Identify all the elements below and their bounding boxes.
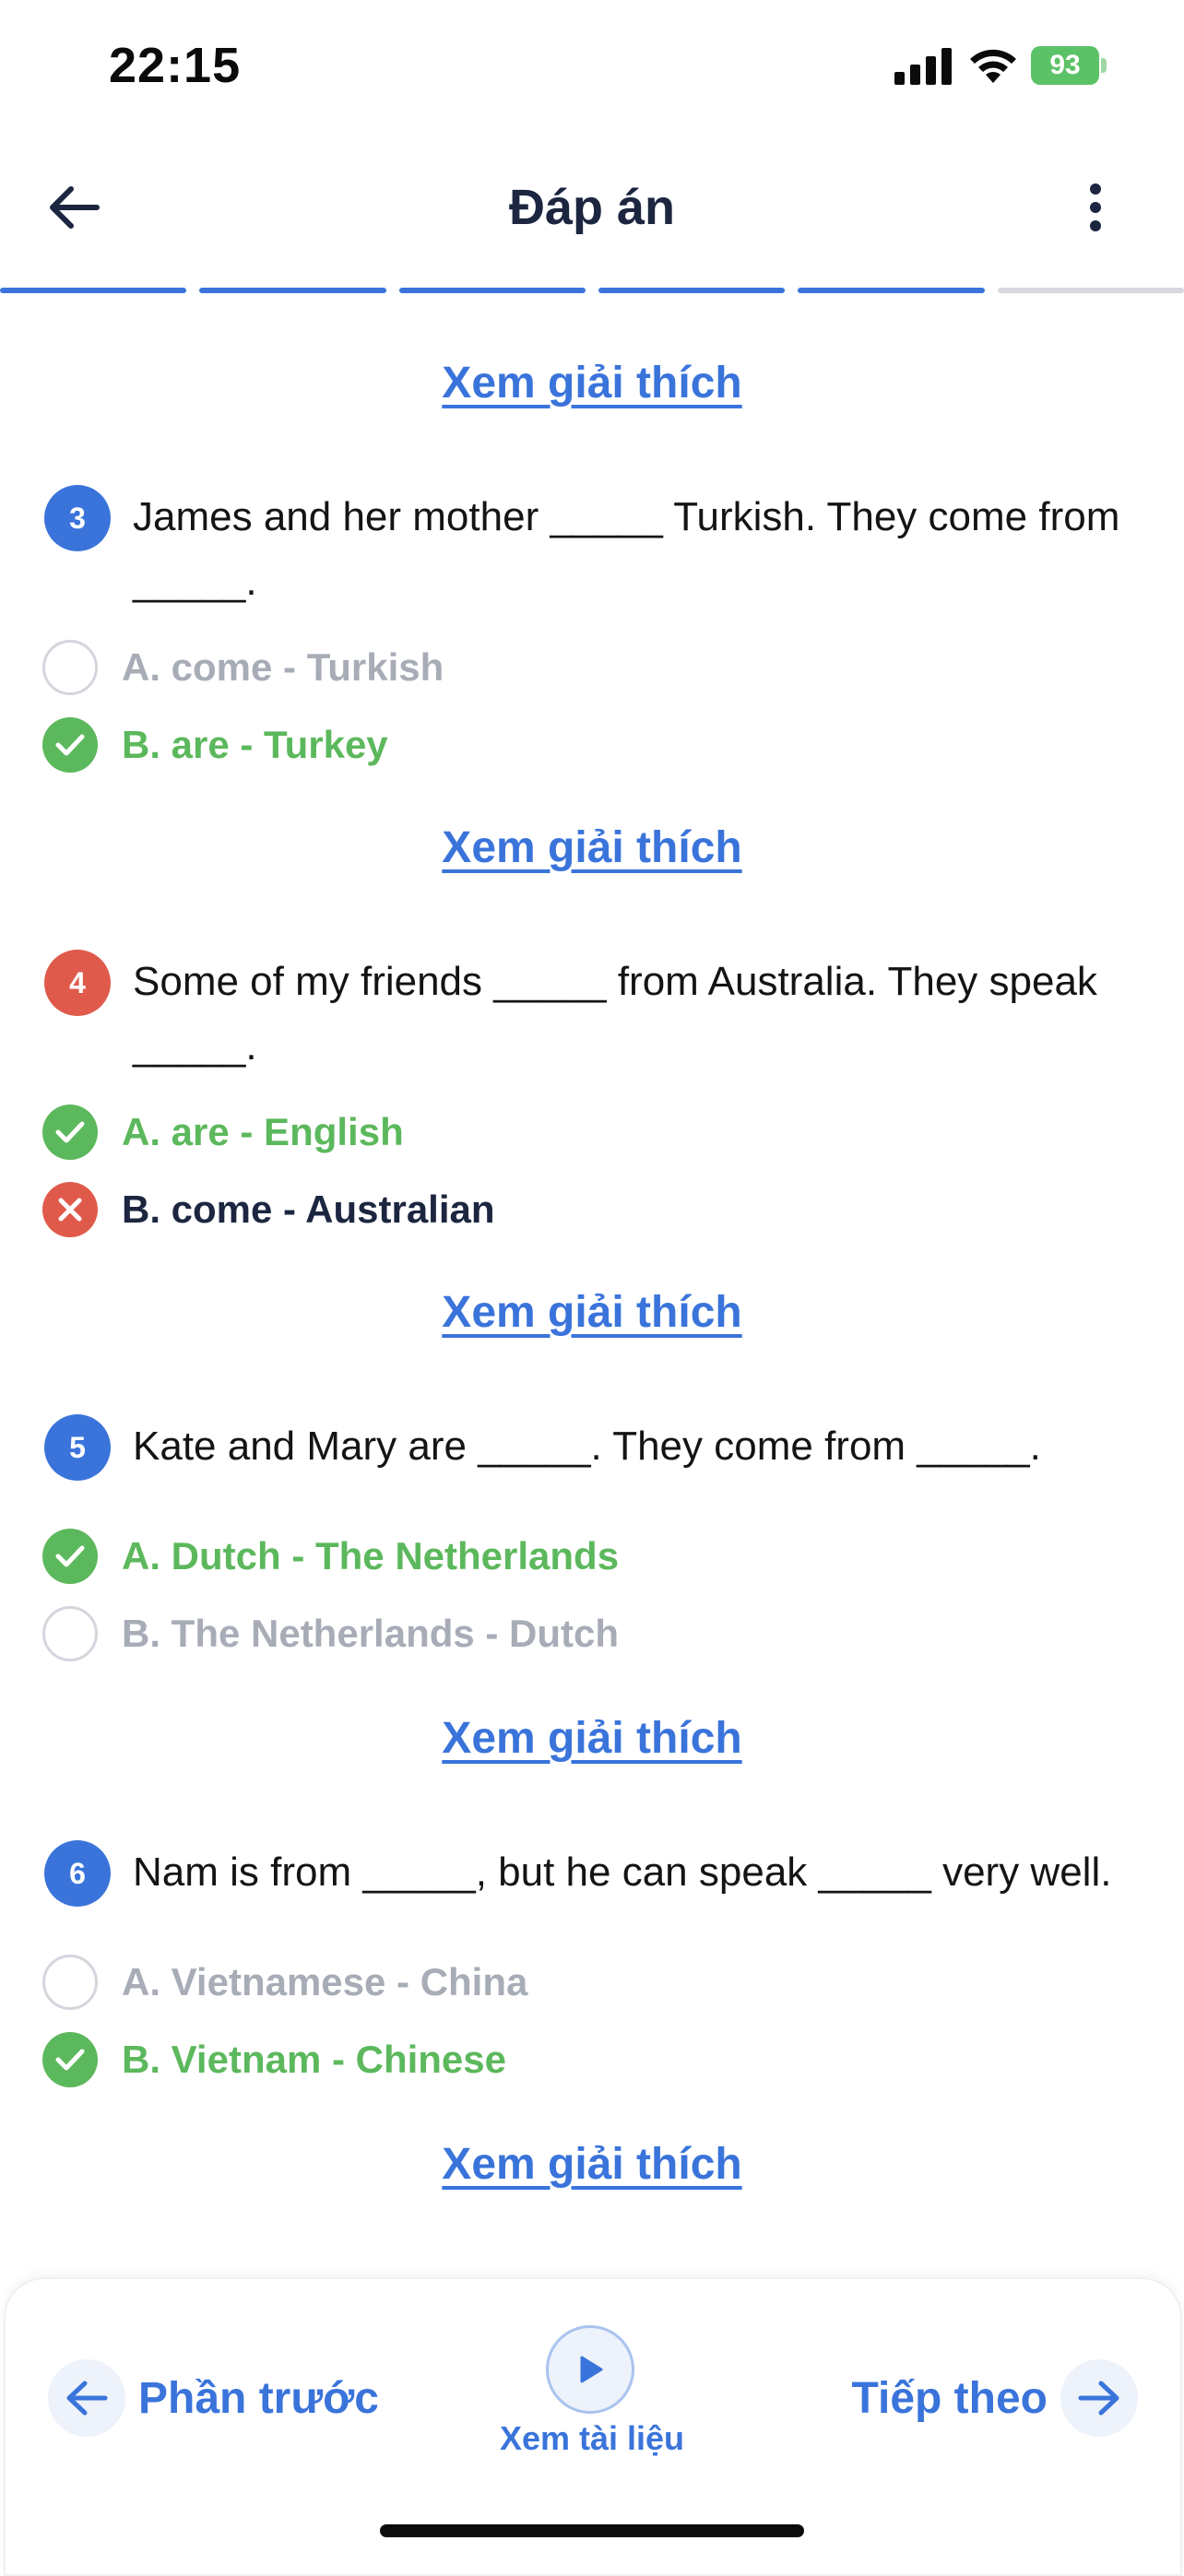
radio-empty-icon: [42, 1955, 98, 2010]
option-label: B. are - Turkey: [122, 723, 388, 766]
option-a[interactable]: A. come - Turkish: [42, 638, 444, 697]
check-circle-icon: [42, 717, 98, 773]
explain-link[interactable]: Xem giải thích: [0, 1287, 1184, 1338]
option-label: B. The Netherlands - Dutch: [122, 1612, 620, 1655]
question-text: Nam is from _____, but he can speak ____…: [133, 1849, 1112, 1895]
back-button[interactable]: [42, 175, 107, 240]
signal-icon: [894, 48, 952, 85]
status-bar: 22:15 93: [0, 0, 1184, 129]
explain-link[interactable]: Xem giải thích: [0, 822, 1184, 873]
section-progress: [0, 288, 1184, 295]
option-label: A. Vietnamese - China: [122, 1960, 528, 2003]
home-indicator: [380, 2524, 804, 2537]
more-options-button[interactable]: [1070, 175, 1121, 240]
progress-segment: [199, 288, 386, 293]
previous-label: Phần trước: [138, 2373, 379, 2423]
explain-link[interactable]: Xem giải thích: [0, 358, 1184, 408]
progress-segment: [798, 288, 985, 293]
check-circle-icon: [42, 1529, 98, 1584]
option-b[interactable]: B. come - Australian: [42, 1180, 495, 1239]
check-circle-icon: [42, 1105, 98, 1160]
page-title: Đáp án: [508, 180, 676, 235]
question-text: Some of my friends _____ from Australia.…: [133, 959, 1097, 1069]
next-button[interactable]: Tiếp theo: [852, 2357, 1138, 2440]
explain-link[interactable]: Xem giải thích: [0, 2139, 1184, 2190]
option-a[interactable]: A. Vietnamese - China: [42, 1953, 527, 2012]
option-label: A. come - Turkish: [122, 645, 444, 689]
wifi-icon: [970, 49, 1016, 83]
option-b[interactable]: B. are - Turkey: [42, 715, 388, 774]
next-label: Tiếp theo: [851, 2373, 1048, 2423]
option-label: A. Dutch - The Netherlands: [122, 1534, 620, 1578]
option-label: B. Vietnam - Chinese: [122, 2038, 507, 2081]
progress-segment: [398, 288, 586, 293]
header: Đáp án: [0, 148, 1184, 267]
radio-empty-icon: [42, 640, 98, 695]
x-circle-icon: [42, 1182, 98, 1237]
question-text: Kate and Mary are _____. They come from …: [133, 1424, 1041, 1469]
battery-level: 93: [1049, 50, 1081, 80]
play-icon: [580, 2356, 603, 2383]
question-number: 4: [44, 950, 111, 1016]
question-number: 6: [44, 1840, 111, 1907]
question-number: 3: [44, 485, 111, 551]
view-materials-button[interactable]: [546, 2325, 634, 2414]
explain-link[interactable]: Xem giải thích: [0, 1713, 1184, 1764]
question-number: 5: [44, 1414, 111, 1481]
arrow-left-icon: [50, 186, 100, 229]
option-label: A. are - English: [122, 1110, 404, 1153]
arrow-right-icon: [1060, 2359, 1138, 2437]
option-a[interactable]: A. are - English: [42, 1103, 404, 1162]
option-label: B. come - Australian: [122, 1188, 495, 1231]
check-circle-icon: [42, 2032, 98, 2087]
progress-segment: [598, 288, 786, 293]
battery-icon: 93: [1031, 46, 1108, 85]
question-text: James and her mother _____ Turkish. They…: [133, 494, 1120, 604]
radio-empty-icon: [42, 1606, 98, 1661]
option-b[interactable]: B. Vietnam - Chinese: [42, 2030, 506, 2089]
option-b[interactable]: B. The Netherlands - Dutch: [42, 1604, 619, 1663]
progress-segment: [0, 288, 187, 293]
status-time: 22:15: [109, 38, 242, 93]
option-a[interactable]: A. Dutch - The Netherlands: [42, 1527, 619, 1586]
more-vertical-icon: [1090, 183, 1101, 231]
progress-segment: [997, 288, 1184, 293]
